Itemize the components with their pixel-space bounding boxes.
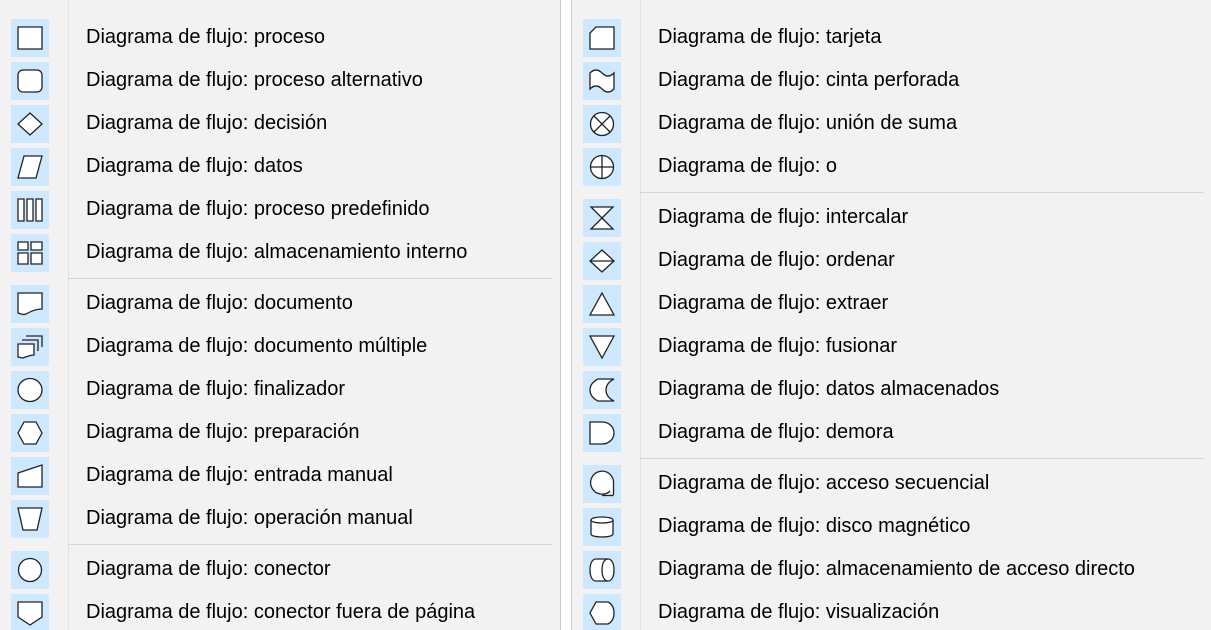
menu-item-data[interactable]: Diagrama de flujo: datos: [0, 145, 560, 188]
menu-item-manual-input[interactable]: Diagrama de flujo: entrada manual: [0, 454, 560, 497]
punched-tape-icon: [583, 61, 621, 100]
multidocument-icon: [11, 327, 49, 366]
menu-item-preparation[interactable]: Diagrama de flujo: preparación: [0, 411, 560, 454]
menu-item-label: Diagrama de flujo: fusionar: [658, 335, 898, 357]
menu-item-process[interactable]: Diagrama de flujo: proceso: [0, 16, 560, 59]
menu-item-predefined-process[interactable]: Diagrama de flujo: proceso predefinido: [0, 188, 560, 231]
menu-item-collate[interactable]: Diagrama de flujo: intercalar: [572, 196, 1211, 239]
menu-item-label: Diagrama de flujo: unión de suma: [658, 112, 958, 134]
menu-item-card[interactable]: Diagrama de flujo: tarjeta: [572, 16, 1211, 59]
separator: [640, 192, 1204, 193]
menu-item-punched-tape[interactable]: Diagrama de flujo: cinta perforada: [572, 59, 1211, 102]
menu-item-label: Diagrama de flujo: operación manual: [86, 507, 413, 529]
decision-icon: [11, 104, 49, 143]
alternate-process-icon: [11, 61, 49, 100]
separator: [68, 544, 552, 545]
menu-item-offpage-connector[interactable]: Diagrama de flujo: conector fuera de pág…: [0, 591, 560, 630]
menu-item-extract[interactable]: Diagrama de flujo: extraer: [572, 282, 1211, 325]
delay-icon: [583, 413, 621, 452]
menu-item-or[interactable]: Diagrama de flujo: o: [572, 145, 1211, 188]
menu-item-label: Diagrama de flujo: almacenamiento intern…: [86, 241, 468, 263]
menu-item-label: Diagrama de flujo: cinta perforada: [658, 69, 960, 91]
document-icon: [11, 284, 49, 323]
menu-item-label: Diagrama de flujo: ordenar: [658, 249, 895, 271]
menu-item-terminator[interactable]: Diagrama de flujo: finalizador: [0, 368, 560, 411]
predefined-process-icon: [11, 190, 49, 229]
display-icon: [583, 593, 621, 630]
menu-item-label: Diagrama de flujo: proceso alternativo: [86, 69, 423, 91]
menu-item-label: Diagrama de flujo: proceso: [86, 26, 326, 48]
menu-item-label: Diagrama de flujo: datos almacenados: [658, 378, 1000, 400]
menu-item-label: Diagrama de flujo: finalizador: [86, 378, 346, 400]
summing-junction-icon: [583, 104, 621, 143]
menu-item-merge[interactable]: Diagrama de flujo: fusionar: [572, 325, 1211, 368]
manual-operation-icon: [11, 499, 49, 538]
menu-item-label: Diagrama de flujo: proceso predefinido: [86, 198, 430, 220]
menu-item-label: Diagrama de flujo: demora: [658, 421, 894, 443]
card-icon: [583, 18, 621, 57]
data-icon: [11, 147, 49, 186]
terminator-icon: [11, 370, 49, 409]
menu-item-label: Diagrama de flujo: extraer: [658, 292, 889, 314]
menu-item-label: Diagrama de flujo: preparación: [86, 421, 360, 443]
menu-item-label: Diagrama de flujo: visualización: [658, 601, 940, 623]
menu-item-label: Diagrama de flujo: o: [658, 155, 837, 177]
menu-item-direct-access-storage[interactable]: Diagrama de flujo: almacenamiento de acc…: [572, 548, 1211, 591]
separator: [68, 278, 552, 279]
menu-item-sequential-access[interactable]: Diagrama de flujo: acceso secuencial: [572, 462, 1211, 505]
collate-icon: [583, 198, 621, 237]
menu-item-manual-operation[interactable]: Diagrama de flujo: operación manual: [0, 497, 560, 540]
menu-item-label: Diagrama de flujo: intercalar: [658, 206, 909, 228]
menu-item-summing-junction[interactable]: Diagrama de flujo: unión de suma: [572, 102, 1211, 145]
menu-item-label: Diagrama de flujo: conector fuera de pág…: [86, 601, 476, 623]
menu-item-label: Diagrama de flujo: documento múltiple: [86, 335, 428, 357]
menu-item-decision[interactable]: Diagrama de flujo: decisión: [0, 102, 560, 145]
menu-item-sort[interactable]: Diagrama de flujo: ordenar: [572, 239, 1211, 282]
sequential-access-icon: [583, 464, 621, 503]
direct-access-storage-icon: [583, 550, 621, 589]
menu-item-alternate-process[interactable]: Diagrama de flujo: proceso alternativo: [0, 59, 560, 102]
menu-item-internal-storage[interactable]: Diagrama de flujo: almacenamiento intern…: [0, 231, 560, 274]
sort-icon: [583, 241, 621, 280]
or-icon: [583, 147, 621, 186]
menu-item-label: Diagrama de flujo: documento: [86, 292, 353, 314]
merge-icon: [583, 327, 621, 366]
manual-input-icon: [11, 456, 49, 495]
menu-item-label: Diagrama de flujo: almacenamiento de acc…: [658, 558, 1135, 580]
flowchart-menu-right: Diagrama de flujo: tarjeta Diagrama de f…: [571, 0, 1211, 630]
menu-item-multidocument[interactable]: Diagrama de flujo: documento múltiple: [0, 325, 560, 368]
menu-item-label: Diagrama de flujo: entrada manual: [86, 464, 393, 486]
menu-item-magnetic-disk[interactable]: Diagrama de flujo: disco magnético: [572, 505, 1211, 548]
preparation-icon: [11, 413, 49, 452]
internal-storage-icon: [11, 233, 49, 272]
menu-item-delay[interactable]: Diagrama de flujo: demora: [572, 411, 1211, 454]
menu-item-display[interactable]: Diagrama de flujo: visualización: [572, 591, 1211, 630]
separator: [640, 458, 1204, 459]
menu-item-label: Diagrama de flujo: decisión: [86, 112, 328, 134]
menu-item-label: Diagrama de flujo: acceso secuencial: [658, 472, 990, 494]
menu-item-label: Diagrama de flujo: tarjeta: [658, 26, 882, 48]
stored-data-icon: [583, 370, 621, 409]
menu-item-document[interactable]: Diagrama de flujo: documento: [0, 282, 560, 325]
connector-icon: [11, 550, 49, 589]
menu-item-label: Diagrama de flujo: conector: [86, 558, 331, 580]
offpage-connector-icon: [11, 593, 49, 630]
menu-item-stored-data[interactable]: Diagrama de flujo: datos almacenados: [572, 368, 1211, 411]
menu-gap: [561, 0, 571, 630]
flowchart-shapes-gallery: Diagrama de flujo: proceso Diagrama de f…: [0, 0, 1211, 630]
menu-item-label: Diagrama de flujo: datos: [86, 155, 303, 177]
menu-item-label: Diagrama de flujo: disco magnético: [658, 515, 971, 537]
magnetic-disk-icon: [583, 507, 621, 546]
process-icon: [11, 18, 49, 57]
flowchart-menu-left: Diagrama de flujo: proceso Diagrama de f…: [0, 0, 561, 630]
extract-icon: [583, 284, 621, 323]
menu-item-connector[interactable]: Diagrama de flujo: conector: [0, 548, 560, 591]
